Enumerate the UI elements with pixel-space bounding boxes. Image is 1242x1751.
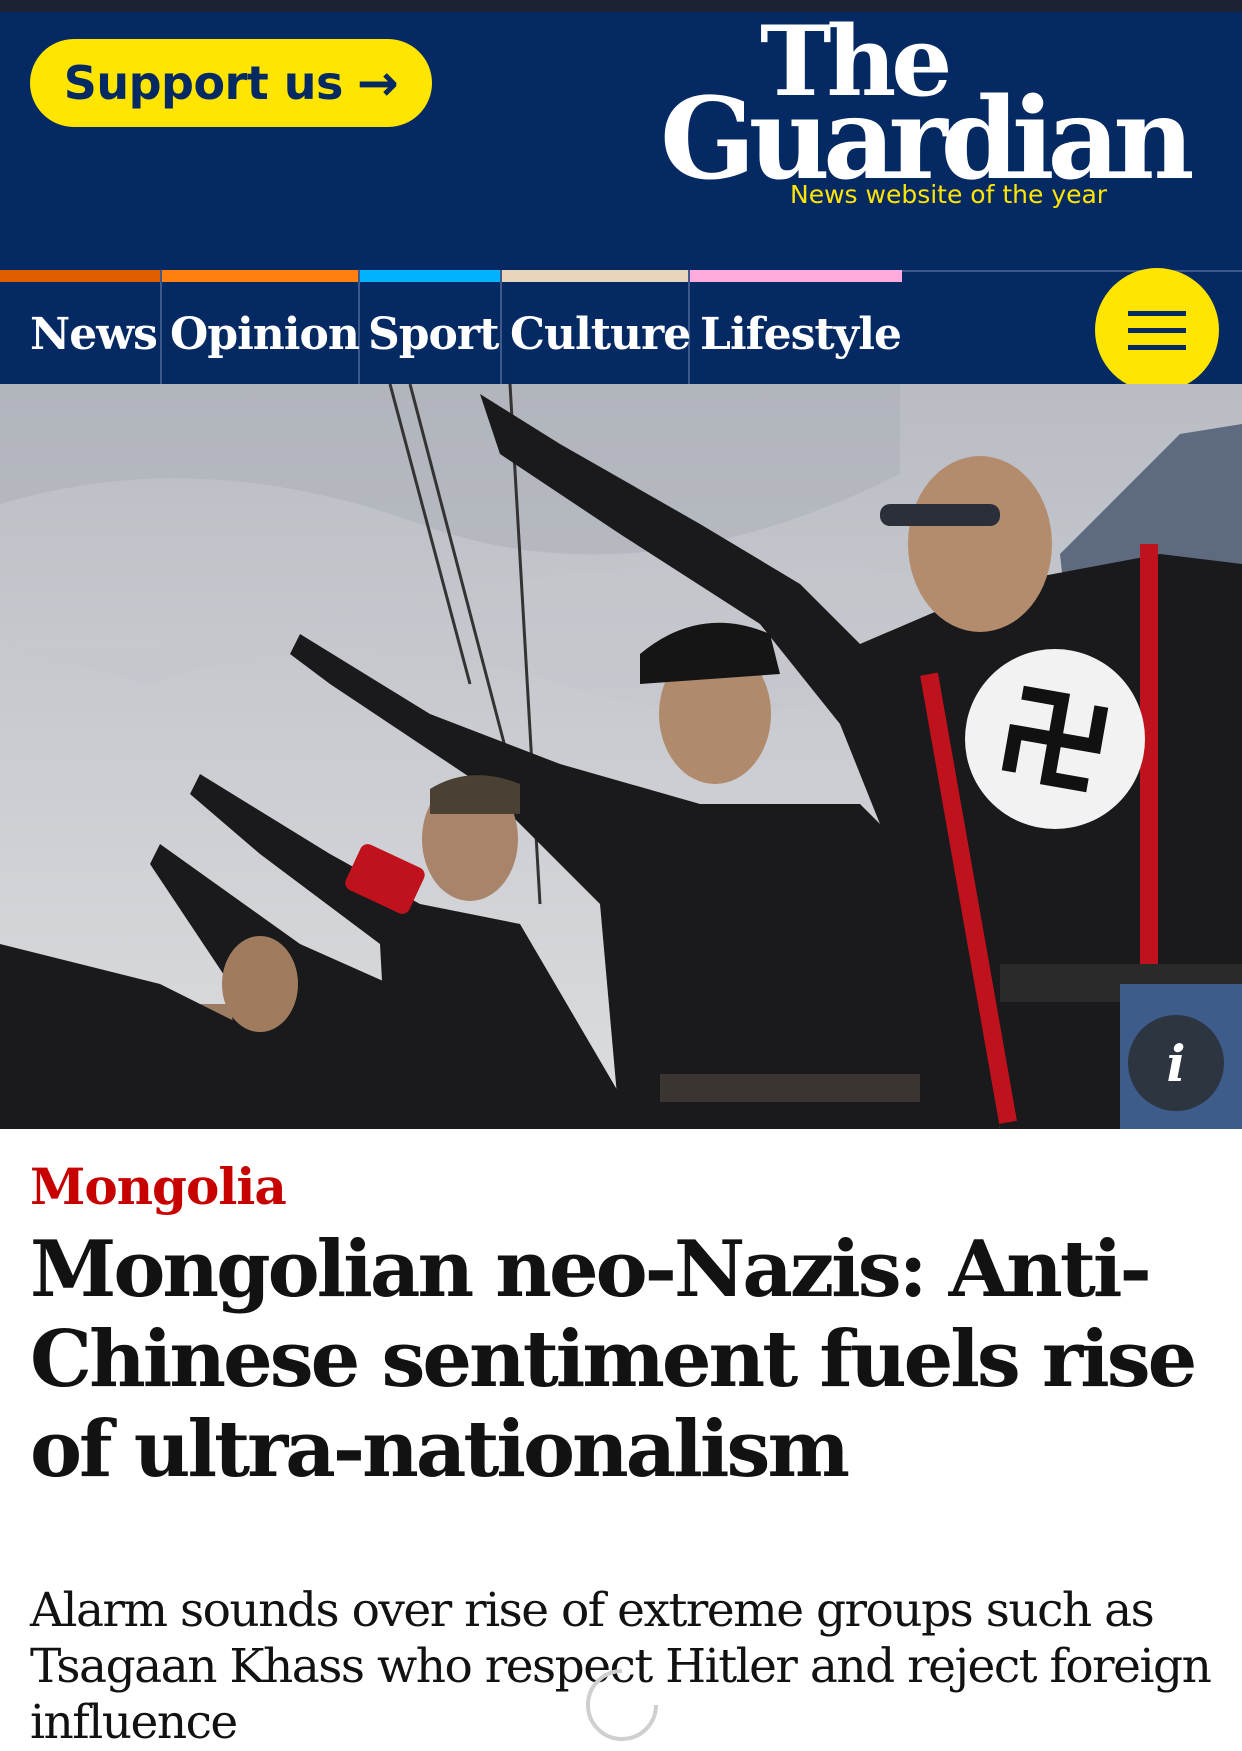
hamburger-icon-line [1128,310,1186,316]
nav-label-news: News [30,308,158,360]
nav-label-culture: Culture [510,308,691,360]
section-kicker[interactable]: Mongolia [30,1157,287,1216]
tagline: News website of the year [790,180,1108,209]
hamburger-icon-line [1128,327,1186,333]
nav-item-news[interactable]: News [0,270,162,384]
article-headline: Mongolian neo-Nazis: Anti-Chinese sentim… [30,1224,1197,1495]
nav-label-opinion: Opinion [170,308,360,360]
hero-image[interactable] [0,384,1242,1129]
nav-accent-bar [502,270,688,282]
menu-button[interactable] [1095,268,1219,392]
loading-spinner-icon [586,1669,658,1741]
support-us-label: Support us [63,56,344,110]
status-strip [0,0,1242,12]
support-us-button[interactable]: Support us → [30,39,432,127]
nav-label-sport: Sport [368,308,499,360]
nav-item-culture[interactable]: Culture [502,270,691,384]
nav-item-sport[interactable]: Sport [360,270,502,384]
nav-accent-bar [360,270,500,282]
arrow-right-icon: → [356,54,399,112]
hamburger-icon-line [1128,344,1186,350]
image-info-button[interactable]: i [1128,1015,1224,1111]
nav-accent-bar [162,270,358,282]
nav-accent-bar [0,270,160,282]
hero-photo [0,384,1242,1129]
nav-item-lifestyle[interactable]: Lifestyle [690,270,902,384]
primary-nav: News Opinion Sport Culture Lifestyle [0,270,1242,386]
nav-accent-bar [690,270,902,282]
nav-item-opinion[interactable]: Opinion [162,270,360,384]
nav-label-lifestyle: Lifestyle [700,308,902,360]
info-icon: i [1166,1033,1186,1093]
